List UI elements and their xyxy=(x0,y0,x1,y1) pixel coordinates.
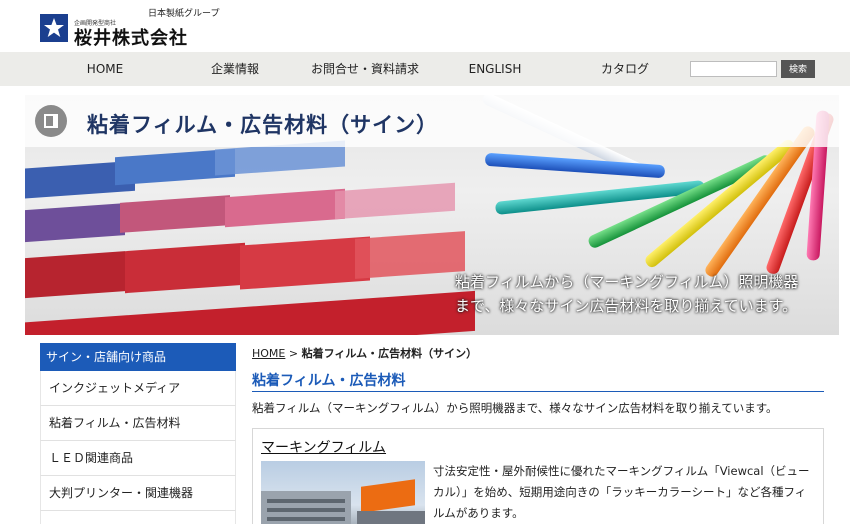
breadcrumb-home[interactable]: HOME xyxy=(252,347,285,360)
company-name: 桜井株式会社 xyxy=(74,28,188,49)
star-logo-icon xyxy=(40,14,68,42)
sidebar-item-adhesive-film[interactable]: 粘着フィルム・広告材料 xyxy=(40,406,236,441)
photo-building xyxy=(261,491,351,524)
sidebar-item-inkjet-media[interactable]: インクジェットメディア xyxy=(40,371,236,406)
card-description: 寸法安定性・屋外耐候性に優れたマーキングフィルム「Viewcal（ビューカル）」… xyxy=(433,464,810,520)
swatch-pink-1 xyxy=(120,195,230,233)
breadcrumb-separator: > xyxy=(288,347,299,360)
nav-catalog[interactable]: カタログ xyxy=(580,52,670,86)
card-photo[interactable] xyxy=(261,461,425,524)
nav-home[interactable]: HOME xyxy=(60,52,150,86)
sidebar-item-more[interactable] xyxy=(40,511,236,524)
breadcrumb: HOME > 粘着フィルム・広告材料（サイン） xyxy=(252,345,477,361)
section-title: 粘着フィルム・広告材料 xyxy=(252,370,824,392)
breadcrumb-current: 粘着フィルム・広告材料（サイン） xyxy=(301,347,478,360)
swatch-red-5 xyxy=(25,290,475,335)
photo-building-windows xyxy=(267,499,345,503)
hero-caption-line-1: 粘着フィルムから（マーキングフィルム）照明機器 xyxy=(455,273,799,291)
hero-title-strip: 粘着フィルム・広告材料（サイン） xyxy=(25,95,839,147)
product-card-marking-film: マーキングフィルム 寸法安定性・屋外耐候性に優れたマーキングフィルム「Viewc… xyxy=(252,428,824,524)
nav-english[interactable]: ENGLISH xyxy=(450,52,540,86)
sidebar-item-led[interactable]: ＬＥＤ関連商品 xyxy=(40,441,236,476)
sidebar-item-large-printer[interactable]: 大判プリンター・関連機器 xyxy=(40,476,236,511)
film-roll-blue xyxy=(484,152,666,179)
nav-company[interactable]: 企業情報 xyxy=(190,52,280,86)
global-nav: HOME 企業情報 お問合せ・資料請求 ENGLISH カタログ 検索 xyxy=(0,52,850,86)
company-logo[interactable]: 日本製紙グループ 企画開発型商社 桜井株式会社 xyxy=(40,6,230,49)
card-title-link[interactable]: マーキングフィルム xyxy=(261,437,386,457)
hero-banner: 粘着フィルム・広告材料（サイン） 粘着フィルムから（マーキングフィルム）照明機器… xyxy=(25,95,839,335)
hero-caption: 粘着フィルムから（マーキングフィルム）照明機器 まで、様々なサイン広告材料を取り… xyxy=(455,270,798,318)
swatch-purple xyxy=(25,203,125,243)
swatch-red-1 xyxy=(25,251,125,299)
sidebar: サイン・店舗向け商品 インクジェットメディア 粘着フィルム・広告材料 ＬＥＤ関連… xyxy=(40,343,236,524)
hero-title: 粘着フィルム・広告材料（サイン） xyxy=(87,113,439,137)
hero-caption-line-2: まで、様々なサイン広告材料を取り揃えています。 xyxy=(455,297,798,315)
group-label: 日本製紙グループ xyxy=(148,9,220,19)
search-input[interactable] xyxy=(690,61,777,77)
swatch-red-4 xyxy=(355,231,465,279)
sidebar-header[interactable]: サイン・店舗向け商品 xyxy=(40,343,236,371)
section-lead: 粘着フィルム（マーキングフィルム）から照明機器まで、様々なサイン広告材料を取り揃… xyxy=(252,401,778,415)
swatch-pink-2 xyxy=(225,188,345,228)
swatch-pink-3 xyxy=(335,182,455,220)
site-header: 日本製紙グループ 企画開発型商社 桜井株式会社 xyxy=(0,0,850,52)
swatch-red-3 xyxy=(240,236,370,290)
product-category-icon xyxy=(35,105,67,137)
swatch-red-2 xyxy=(125,242,245,294)
search-button[interactable]: 検索 xyxy=(781,60,815,78)
nav-contact[interactable]: お問合せ・資料請求 xyxy=(305,52,425,86)
photo-sign-building xyxy=(357,511,425,524)
photo-sign-orange xyxy=(361,479,415,513)
